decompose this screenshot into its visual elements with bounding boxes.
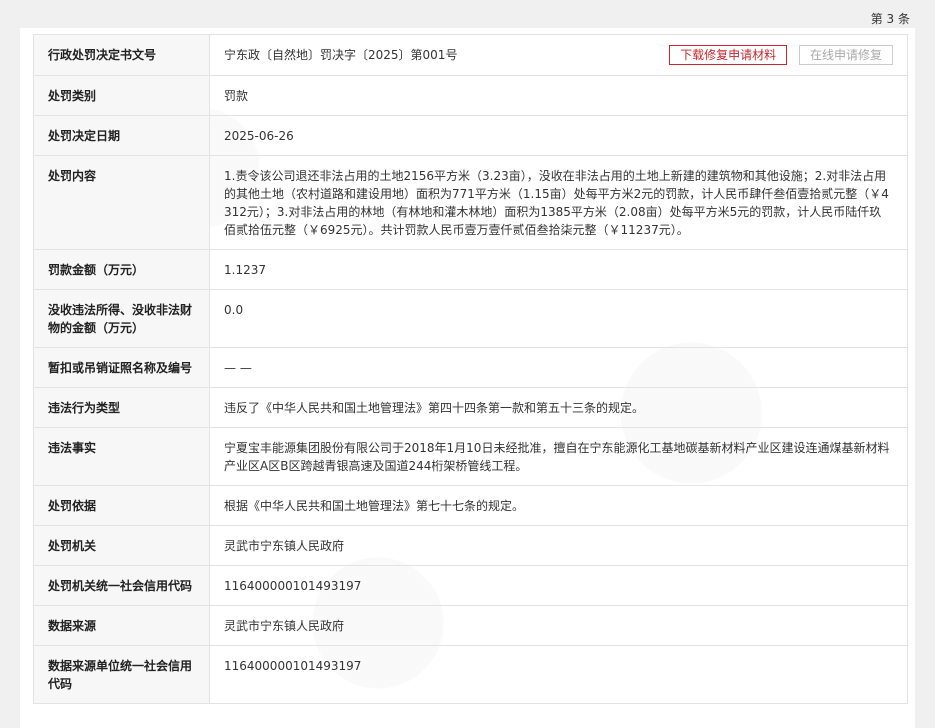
row-value-cell: 下载修复申请材料 在线申请修复 宁东政〔自然地〕罚决字〔2025〕第001号	[209, 34, 908, 76]
online-repair-button[interactable]: 在线申请修复	[798, 45, 893, 65]
repair-actions: 下载修复申请材料 在线申请修复	[661, 45, 893, 65]
row-label: 处罚类别	[33, 75, 210, 116]
row-value: 灵武市宁东镇人民政府	[209, 525, 908, 566]
table-row: 违法事实 宁夏宝丰能源集团股份有限公司于2018年1月10日未经批准，擅自在宁东…	[33, 427, 908, 486]
detail-sheet: 行政处罚决定书文号 下载修复申请材料 在线申请修复 宁东政〔自然地〕罚决字〔20…	[20, 28, 915, 728]
row-value: 根据《中华人民共和国土地管理法》第七十七条的规定。	[209, 485, 908, 526]
row-value: 1.1237	[209, 249, 908, 290]
decision-number: 宁东政〔自然地〕罚决字〔2025〕第001号	[224, 48, 458, 62]
row-label: 行政处罚决定书文号	[33, 34, 210, 76]
row-label: 没收违法所得、没收非法财物的金额（万元）	[33, 289, 210, 348]
table-row: 处罚内容 1.责令该公司退还非法占用的土地2156平方米（3.23亩），没收在非…	[33, 155, 908, 250]
row-label: 暂扣或吊销证照名称及编号	[33, 347, 210, 388]
row-label: 处罚机关	[33, 525, 210, 566]
row-value: 违反了《中华人民共和国土地管理法》第四十四条第一款和第五十三条的规定。	[209, 387, 908, 428]
row-label: 罚款金额（万元）	[33, 249, 210, 290]
penalty-detail-table: 行政处罚决定书文号 下载修复申请材料 在线申请修复 宁东政〔自然地〕罚决字〔20…	[33, 34, 908, 704]
table-row: 暂扣或吊销证照名称及编号 — —	[33, 347, 908, 388]
table-row: 数据来源单位统一社会信用代码 116400000101493197	[33, 645, 908, 704]
table-row: 行政处罚决定书文号 下载修复申请材料 在线申请修复 宁东政〔自然地〕罚决字〔20…	[33, 34, 908, 76]
row-value: 宁夏宝丰能源集团股份有限公司于2018年1月10日未经批准，擅自在宁东能源化工基…	[209, 427, 908, 486]
row-label: 处罚决定日期	[33, 115, 210, 156]
table-row: 处罚类别 罚款	[33, 75, 908, 116]
row-label: 处罚依据	[33, 485, 210, 526]
table-row: 数据来源 灵武市宁东镇人民政府	[33, 605, 908, 646]
row-value: 2025-06-26	[209, 115, 908, 156]
table-row: 处罚机关统一社会信用代码 11640000010149319​7	[33, 565, 908, 606]
table-row: 处罚机关 灵武市宁东镇人民政府	[33, 525, 908, 566]
table-row: 罚款金额（万元） 1.1237	[33, 249, 908, 290]
row-value: 灵武市宁东镇人民政府	[209, 605, 908, 646]
row-label: 数据来源	[33, 605, 210, 646]
page-count: 第 3 条	[870, 12, 910, 26]
row-label: 违法事实	[33, 427, 210, 486]
table-row: 没收违法所得、没收非法财物的金额（万元） 0.0	[33, 289, 908, 348]
row-value: 罚款	[209, 75, 908, 116]
row-value: 0.0	[209, 289, 908, 348]
table-row: 违法行为类型 违反了《中华人民共和国土地管理法》第四十四条第一款和第五十三条的规…	[33, 387, 908, 428]
row-value: 116400000101493197	[209, 645, 908, 704]
row-value: — —	[209, 347, 908, 388]
row-label: 数据来源单位统一社会信用代码	[33, 645, 210, 704]
row-value: 11640000010149319​7	[209, 565, 908, 606]
row-label: 违法行为类型	[33, 387, 210, 428]
table-row: 处罚决定日期 2025-06-26	[33, 115, 908, 156]
row-value: 1.责令该公司退还非法占用的土地2156平方米（3.23亩），没收在非法占用的土…	[209, 155, 908, 250]
row-label: 处罚机关统一社会信用代码	[33, 565, 210, 606]
row-label: 处罚内容	[33, 155, 210, 250]
download-repair-materials-button[interactable]: 下载修复申请材料	[669, 45, 788, 65]
table-row: 处罚依据 根据《中华人民共和国土地管理法》第七十七条的规定。	[33, 485, 908, 526]
